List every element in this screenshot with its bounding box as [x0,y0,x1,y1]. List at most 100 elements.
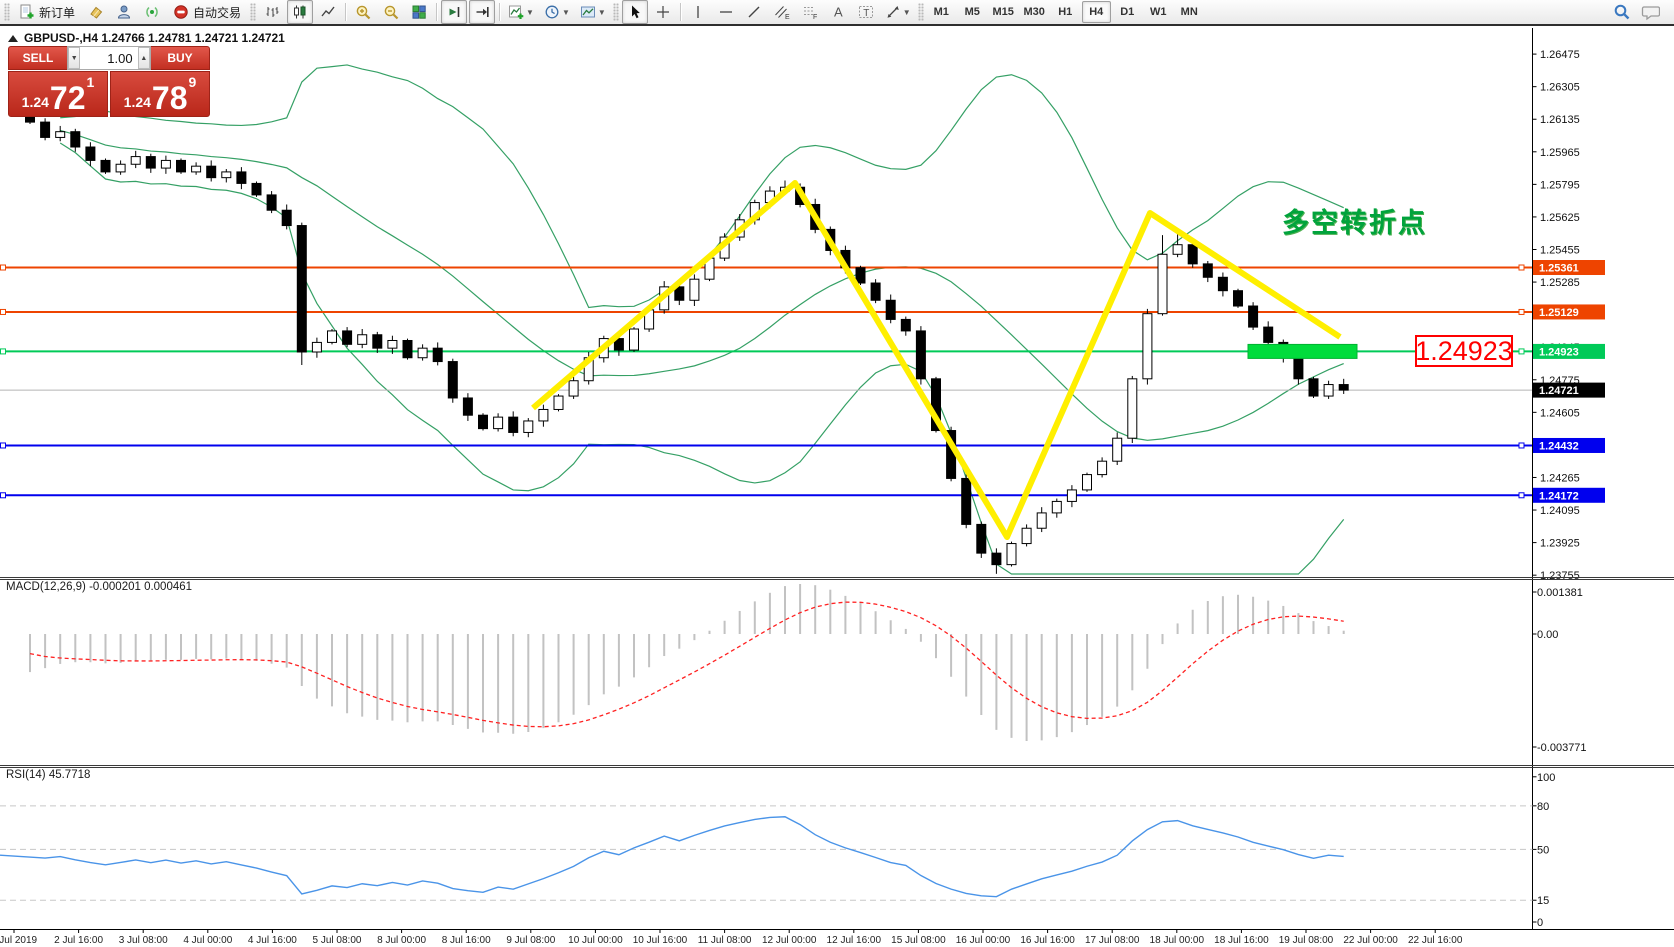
toolbar-right-group [1608,0,1664,24]
candle [373,335,382,348]
hline-handle[interactable] [1,493,6,498]
rsi-indicator-label: RSI(14) 45.7718 [6,769,90,781]
time-axis-label: 17 Jul 08:00 [1085,935,1140,946]
candle [1188,245,1197,264]
candle [1052,501,1061,512]
support-zone-box[interactable] [1248,344,1357,358]
zoom-out-icon [383,4,400,21]
zigzag-annotation[interactable] [533,183,1340,537]
tab-timeframe-D1[interactable]: D1 [1113,1,1142,23]
toolbar-separator [436,3,437,21]
zoom-out-button[interactable] [378,0,404,24]
arrows-button[interactable]: ▼ [881,0,915,24]
volume-decrease-button[interactable]: ▼ [68,47,80,69]
pane-splitters[interactable] [0,578,1674,930]
turning-point-annotation[interactable]: 多空转折点 [1282,201,1427,240]
time-axis-label: 5 Jul 08:00 [313,935,362,946]
autotrading-button[interactable]: 自动交易 [167,0,247,24]
tile-windows-button[interactable] [406,0,432,24]
tab-timeframe-W1[interactable]: W1 [1144,1,1173,23]
buy-button[interactable]: BUY [151,46,210,70]
line-chart-button[interactable] [315,0,341,24]
axis-price-flag-label: 1.25129 [1539,307,1579,319]
axis-tick-label: 1.23925 [1540,538,1580,550]
buy-price-pip: 9 [189,74,197,90]
hline-handle[interactable] [1519,349,1524,354]
tab-timeframe-M1[interactable]: M1 [927,1,956,23]
candle [856,268,865,283]
search-button[interactable] [1609,0,1635,24]
trendline-button[interactable] [741,0,767,24]
candle [1264,327,1273,342]
sell-button[interactable]: SELL [8,46,67,70]
candle [146,157,155,168]
cursor-button[interactable] [622,0,648,24]
tab-timeframe-MN[interactable]: MN [1175,1,1204,23]
hline-handle[interactable] [1,265,6,270]
chart-shift-button[interactable] [469,0,495,24]
sell-price-tile[interactable]: 1.24 72 1 [8,71,108,117]
price-callout-box[interactable]: 1.24923 [1415,335,1513,367]
volume-input[interactable] [80,47,137,69]
template-icon [580,4,596,20]
toolbar-grip [918,3,924,21]
hline-handle[interactable] [1519,443,1524,448]
candle [1324,385,1333,396]
candlestick-chart-button[interactable] [287,0,313,24]
periods-button[interactable]: ▼ [540,0,574,24]
hline-handle[interactable] [1519,309,1524,314]
candle [418,348,427,358]
hline-handle[interactable] [1519,265,1524,270]
new-order-icon [19,4,35,20]
hline-handle[interactable] [1,349,6,354]
arrows-icon [885,4,901,20]
new-order-button[interactable]: 新订单 [13,0,81,24]
dropdown-caret-icon: ▼ [903,8,911,17]
collapse-arrow-icon[interactable] [8,35,18,42]
tab-timeframe-M15[interactable]: M15 [989,1,1018,23]
time-axis-label: 15 Jul 08:00 [891,935,946,946]
time-axis[interactable]: 2 Jul 20192 Jul 16:003 Jul 08:004 Jul 00… [0,930,1463,947]
profile-button[interactable] [111,0,137,24]
templates-button[interactable]: ▼ [576,0,610,24]
time-axis-label: 22 Jul 00:00 [1343,935,1398,946]
toolbar-grip [250,3,256,21]
candle [1037,513,1046,528]
tab-timeframe-M5[interactable]: M5 [958,1,987,23]
horizontal-line-button[interactable] [713,0,739,24]
tab-timeframe-H4[interactable]: H4 [1082,1,1111,23]
vertical-line-button[interactable] [685,0,711,24]
tab-timeframe-M30[interactable]: M30 [1020,1,1049,23]
signal-button[interactable] [139,0,165,24]
chat-button[interactable] [1637,0,1663,24]
tab-timeframe-H1[interactable]: H1 [1051,1,1080,23]
hline-handle[interactable] [1,443,6,448]
bar-chart-icon [264,4,280,20]
macd-axis-label: 0.001381 [1537,587,1583,599]
buy-price-tile[interactable]: 1.24 78 9 [110,71,210,117]
svg-text:F: F [813,14,817,20]
candle [328,331,337,342]
trendline-icon [746,4,762,20]
hline-handle[interactable] [1519,493,1524,498]
indicators-button[interactable]: ▼ [504,0,538,24]
toolbar-grip [4,3,10,21]
bar-chart-button[interactable] [259,0,285,24]
text-button[interactable]: A [825,0,851,24]
eraser-button[interactable] [83,0,109,24]
price-chart[interactable]: 1.264751.263051.261351.259651.257951.256… [0,0,1674,947]
zoom-in-button[interactable] [350,0,376,24]
buy-button-label: BUY [167,51,192,65]
crosshair-button[interactable] [650,0,676,24]
auto-scroll-button[interactable] [441,0,467,24]
candle [297,226,306,352]
candle [479,415,488,428]
channel-icon: E [774,4,790,20]
text-label-button[interactable]: T [853,0,879,24]
hline-handle[interactable] [1,309,6,314]
volume-increase-button[interactable]: ▲ [138,47,150,69]
channel-button[interactable]: E [769,0,795,24]
axis-price-flag-label: 1.24172 [1539,490,1579,502]
fibonacci-button[interactable]: F [797,0,823,24]
candle [116,164,125,172]
